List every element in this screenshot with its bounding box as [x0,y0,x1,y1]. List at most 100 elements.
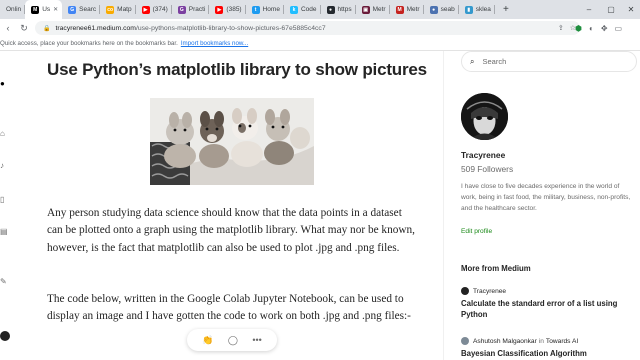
search-input[interactable]: ⌕ Search [461,51,637,72]
tab-favicon-icon: ▣ [361,5,370,14]
search-icon: ⌕ [470,56,475,66]
tab-strip: Onlin M Us ✕ G Searc co Matp ▶ (374) G Practi ▶ (385)… [0,0,640,19]
recommended-story[interactable]: Ashutosh Malgaonkar in Towards AI Bayesi… [461,337,637,360]
search-placeholder: Search [482,57,507,66]
rec-story-title[interactable]: Bayesian Classification Algorithm [461,349,637,360]
url-host: tracyrenee61.medium.com [55,24,136,32]
left-rail: ● ⌂ ♪ ▯ ▤ ✎ [0,51,12,360]
more-from-medium-heading: More from Medium [461,264,531,273]
tab-label: (385) [226,6,242,13]
minimize-icon[interactable]: – [578,0,600,19]
tab-favicon-icon: t [251,5,260,14]
notifications-icon[interactable]: ♪ [0,161,8,171]
shield-extension-icon[interactable]: ⬢ [575,24,582,33]
stories-icon[interactable]: ▤ [0,227,8,237]
rec-publication[interactable]: Towards AI [546,338,578,345]
page-content: ● ⌂ ♪ ▯ ▤ ✎ Use Python’s matplotlib libr… [0,51,640,360]
browser-tab[interactable]: G Practi [172,0,210,19]
tab-favicon-icon: M [31,5,40,14]
tab-favicon-icon: k [289,5,298,14]
puzzle-icon[interactable]: ✥ [601,24,608,33]
tab-favicon-icon: ● [326,5,335,14]
recommended-story[interactable]: Tracyrenee Calculate the standard error … [461,287,637,320]
sidepanel-icon[interactable]: ▭ [615,24,623,33]
extension-icon[interactable]: ◐ [589,24,594,33]
browser-tab[interactable]: ● https [321,0,356,19]
edit-profile-link[interactable]: Edit profile [461,228,492,235]
author-avatar-small [461,287,469,295]
new-tab-icon[interactable]: + [499,4,513,15]
author-avatar-small [461,337,469,345]
toolbar: ‹ ↻ 🔒 tracyrenee61.medium.com/use-python… [0,19,640,37]
browser-window: Onlin M Us ✕ G Searc co Matp ▶ (374) G Practi ▶ (385)… [0,0,640,360]
rec-in-label: in [538,337,544,345]
tab-label: (374) [152,6,168,13]
browser-tab[interactable]: k Code [284,0,321,19]
lists-icon[interactable]: ▯ [0,195,8,205]
browser-tab[interactable]: t Home [246,0,285,19]
tab-label: Onlin [6,6,22,13]
address-bar[interactable]: 🔒 tracyrenee61.medium.com/use-pythons-ma… [35,21,580,35]
browser-tab[interactable]: ▶ (385) [209,0,246,19]
author-avatar[interactable] [461,93,508,140]
user-avatar-icon[interactable] [0,331,10,341]
sidebar: ⌕ Search Tracyrenee 509 Followers I have… [461,51,640,360]
tab-label: Home [262,6,280,13]
browser-tab[interactable]: ▶ (374) [136,0,172,19]
article: Use Python’s matplotlib library to show … [47,51,427,360]
url-path: /use-pythons-matplotlib-library-to-show-… [135,24,326,32]
article-paragraph: Any person studying data science should … [47,207,416,254]
tab-favicon-icon: M [395,5,404,14]
comment-icon[interactable]: ◯ [228,335,238,346]
tab-favicon-icon: G [68,5,77,14]
tab-label: Matp [117,6,132,13]
tab-close-icon[interactable]: ✕ [53,6,58,13]
browser-tab[interactable]: ▣ Metr [356,0,390,19]
more-icon[interactable]: ••• [252,335,261,345]
tab-favicon-icon: ▮ [464,5,473,14]
maximize-icon[interactable]: ▢ [600,0,622,19]
browser-tab[interactable]: ● seab [424,0,459,19]
author-bio: I have close to five decades experience … [461,183,631,212]
tab-label: Metr [372,6,386,13]
tab-favicon-icon: co [106,5,115,14]
browser-tab[interactable]: co Matp [100,0,137,19]
back-icon[interactable]: ‹ [0,20,16,36]
tab-label: Code [300,6,317,13]
browser-tab[interactable]: ▮ sklea [459,0,496,19]
author-name[interactable]: Tracyrenee [461,150,505,160]
clap-icon[interactable]: 👏 [202,335,213,346]
floating-action-bar: 👏 ◯ ••• [187,329,277,351]
tab-label: Practi [188,6,206,13]
reload-icon[interactable]: ↻ [16,20,32,36]
sidebar-divider [443,51,444,360]
tab-favicon-icon: ▶ [215,5,224,14]
tab-favicon-icon: ▶ [141,5,150,14]
article-title: Use Python’s matplotlib library to show … [47,60,427,79]
tab-label: seab [440,6,455,13]
rec-author-name[interactable]: Ashutosh Malgaonkar [473,338,537,345]
tab-label: sklea [475,6,491,13]
bookmarks-bar: Quick access, place your bookmarks here … [0,37,640,51]
tab-favicon-icon: G [177,5,186,14]
import-bookmarks-link[interactable]: Import bookmarks now... [181,40,248,47]
rec-story-title[interactable]: Calculate the standard error of a list u… [461,299,637,320]
medium-logo-icon[interactable]: ● [0,79,8,89]
article-paragraph: The code below, written in the Google Co… [47,293,411,323]
followers-count[interactable]: 509 Followers [461,164,513,174]
home-icon[interactable]: ⌂ [0,129,8,139]
tab-label: Searc [79,6,97,13]
article-hero-image [150,98,314,185]
bookmarks-hint: Quick access, place your bookmarks here … [0,40,178,47]
tab-favicon-icon: ● [429,5,438,14]
browser-tab[interactable]: M Metr [390,0,424,19]
lock-icon: 🔒 [43,25,51,32]
browser-tab[interactable]: G Searc [62,0,101,19]
browser-tab[interactable]: M Us ✕ [25,0,63,19]
tab-label: Us [42,6,51,13]
browser-tab[interactable]: Onlin [0,0,26,19]
write-icon[interactable]: ✎ [0,277,8,287]
close-window-icon[interactable]: ✕ [620,0,640,19]
rec-author-name[interactable]: Tracyrenee [473,288,506,295]
share-icon[interactable]: ⇪ [558,24,564,32]
